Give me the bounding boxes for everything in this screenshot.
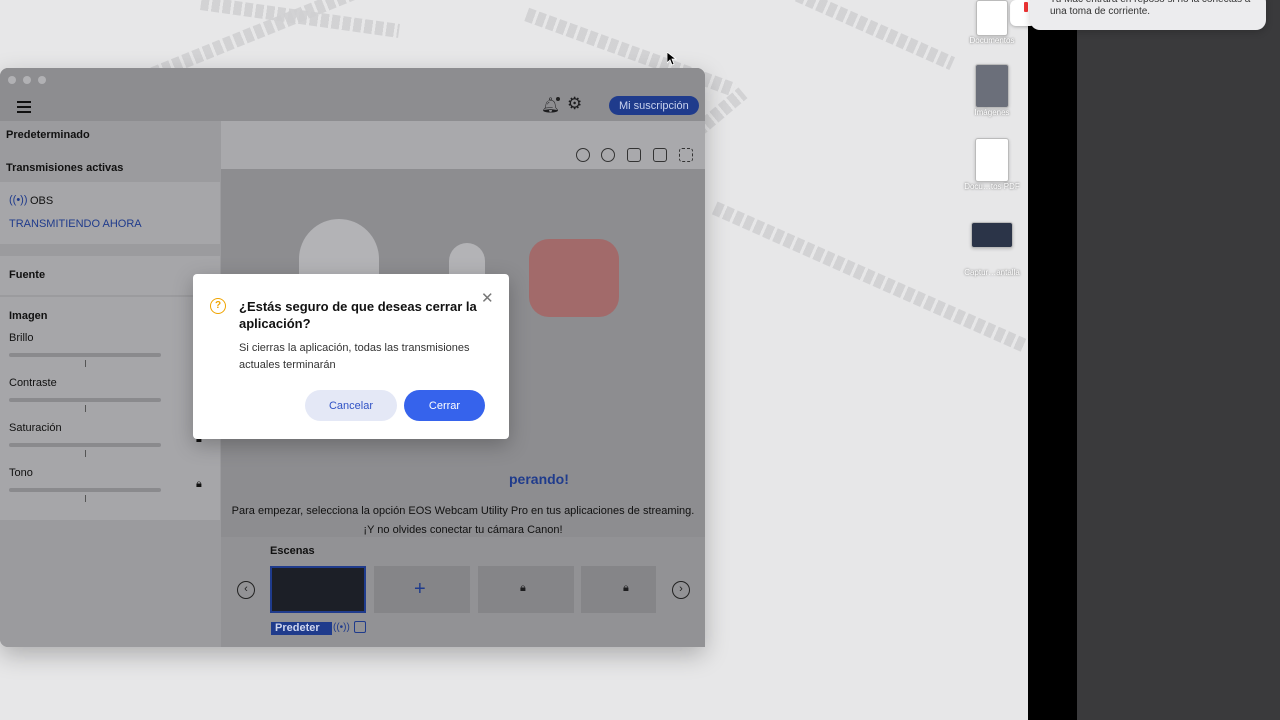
pdf-thumbnail <box>975 138 1009 182</box>
image-section: Imagen Brillo Contraste Saturación 🔒︎ To… <box>0 297 220 520</box>
scene-slot-locked[interactable]: 🔒︎ <box>581 566 656 613</box>
desktop-icon-label: Documentos <box>969 36 1015 45</box>
desktop-icon-captura[interactable]: Captur…antalla <box>952 222 1032 277</box>
contrast-slider[interactable] <box>9 398 161 402</box>
flip-vertical-icon[interactable] <box>627 148 641 162</box>
folder-thumbnail <box>976 0 1008 36</box>
hue-label: Tono <box>9 467 33 479</box>
preset-name[interactable]: Predeterminado <box>6 129 90 141</box>
stream-name: OBS <box>30 195 54 207</box>
screenshot-thumbnail <box>971 222 1013 248</box>
brightness-tick <box>85 360 86 367</box>
lock-icon: 🔒︎ <box>196 478 202 490</box>
flip-horizontal-icon[interactable] <box>653 148 667 162</box>
close-confirmation-dialog: ? ¿Estás seguro de que deseas cerrar la … <box>193 274 509 439</box>
crop-icon[interactable] <box>679 148 693 162</box>
rotate-right-icon[interactable] <box>601 148 615 162</box>
illustration-couple-laptop <box>529 239 619 317</box>
image-title: Imagen <box>9 310 48 322</box>
brightness-slider[interactable] <box>9 353 161 357</box>
chevron-left-icon[interactable]: ‹ <box>237 581 255 599</box>
desktop-icon-pdf[interactable]: Docu…tos PDF <box>952 138 1032 191</box>
desktop-icon-imagenes[interactable]: Imágenes <box>952 64 1032 117</box>
brightness-label: Brillo <box>9 332 34 344</box>
app-toolbar: 🔔︎ ⚙ Mi suscripción <box>0 92 705 121</box>
gear-icon[interactable]: ⚙ <box>567 94 582 114</box>
canvas-toolbar <box>221 121 705 169</box>
sidebar: Predeterminado Transmisiones activas ((•… <box>0 121 221 647</box>
chevron-right-icon[interactable]: › <box>672 581 690 599</box>
window-zoom-dot[interactable] <box>38 76 46 84</box>
waiting-heading: perando! <box>509 471 569 487</box>
scene-slot-locked[interactable]: 🔒︎ <box>478 566 574 613</box>
menu-icon[interactable] <box>17 98 31 116</box>
desktop-icon-label: Captur…antalla <box>964 268 1020 277</box>
stream-status: TRANSMITIENDO AHORA <box>9 218 142 230</box>
active-stream-card[interactable]: ((•)) OBS TRANSMITIENDO AHORA <box>0 182 220 244</box>
title-bar <box>0 68 705 92</box>
saturation-tick <box>85 450 86 457</box>
mouse-cursor-icon <box>667 52 677 66</box>
scene-thumbnail-default[interactable] <box>270 566 366 613</box>
rotate-left-icon[interactable] <box>576 148 590 162</box>
desktop-icon-label: Imágenes <box>974 108 1010 117</box>
question-icon: ? <box>210 298 226 314</box>
dialog-body: Si cierras la aplicación, todas las tran… <box>239 342 470 371</box>
plus-icon: + <box>414 578 426 600</box>
active-streams-title: Transmisiones activas <box>6 162 124 174</box>
image-thumbnail <box>975 64 1009 108</box>
notification-text: Tu Mac entrará en reposo si no la conect… <box>1050 0 1250 17</box>
instruction-text-2: ¡Y no olvides conectar tu cámara Canon! <box>363 524 563 536</box>
low-battery-notification[interactable]: Tu Mac entrará en reposo si no la conect… <box>1030 0 1266 30</box>
saturation-slider[interactable] <box>9 443 161 447</box>
lock-icon: 🔒︎ <box>520 582 526 594</box>
saturation-label: Saturación <box>9 422 62 434</box>
add-scene-button[interactable]: + <box>374 566 470 613</box>
clapper-icon[interactable] <box>354 621 366 633</box>
lock-icon: 🔒︎ <box>623 582 629 594</box>
hue-slider[interactable] <box>9 488 161 492</box>
source-section[interactable]: Fuente <box>0 256 220 295</box>
subscription-button[interactable]: Mi suscripción <box>609 96 699 115</box>
close-icon[interactable]: ✕ <box>481 289 494 307</box>
instruction-text-1: Para empezar, selecciona la opción EOS W… <box>231 505 695 517</box>
source-title: Fuente <box>9 269 46 281</box>
active-scene-label[interactable]: Predeter <box>271 622 332 635</box>
hue-tick <box>85 495 86 502</box>
desktop-icon-label: Docu…tos PDF <box>964 182 1020 191</box>
contrast-label: Contraste <box>9 377 57 389</box>
cancel-button[interactable]: Cancelar <box>305 390 397 421</box>
screen-edge <box>1028 0 1077 720</box>
dialog-title: ¿Estás seguro de que deseas cerrar la ap… <box>239 299 477 331</box>
broadcast-icon: ((•)) <box>9 194 28 206</box>
window-close-dot[interactable] <box>8 76 16 84</box>
broadcast-icon: ((•)) <box>333 622 350 633</box>
window-minimize-dot[interactable] <box>23 76 31 84</box>
scenes-title: Escenas <box>270 545 315 557</box>
confirm-close-button[interactable]: Cerrar <box>404 390 485 421</box>
desktop-icon-documentos[interactable]: Documentos <box>952 0 1032 45</box>
notification-dot <box>556 97 560 101</box>
contrast-tick <box>85 405 86 412</box>
